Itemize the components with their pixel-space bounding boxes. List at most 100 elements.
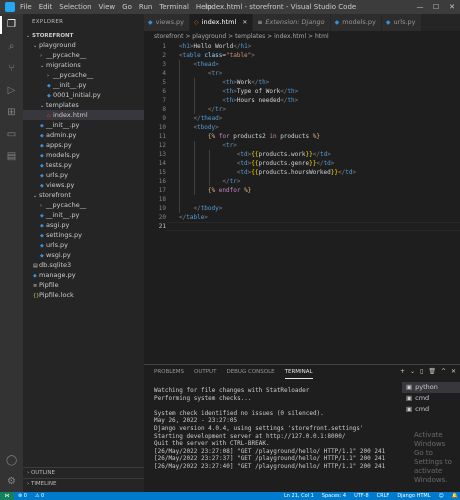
tab-extension-django[interactable]: ≡ Extension: Django [253,14,331,31]
tab-models-py[interactable]: ◆ models.py [330,14,382,31]
code-line[interactable]: 15 <td>{{products.hoursWorked}}</td> [144,168,460,177]
code-editor[interactable]: 1 <h1>Hello World</h1> 2 <table class="tabl… [144,42,460,364]
close-panel-icon[interactable]: ✕ [451,365,456,379]
file-item[interactable]: ◆ settings.py [23,230,144,240]
new-terminal-icon[interactable]: + [400,365,405,379]
terminal-item-python[interactable]: ▣ python [402,382,460,393]
file-item[interactable]: ◆ __init__.py [23,210,144,220]
file-item[interactable]: ◆ admin.py [23,130,144,140]
notifications-icon[interactable]: 🔔 [452,492,458,500]
file-item[interactable]: ◆ urls.py [23,240,144,250]
menu-edit[interactable]: Edit [39,3,53,11]
code-line[interactable]: 18 [144,195,460,204]
file-item[interactable]: ◇ index.html [23,110,144,120]
outline-section[interactable]: › OUTLINE [23,467,144,478]
menu-selection[interactable]: Selection [59,3,91,11]
explorer-icon[interactable]: ❐ [6,19,17,30]
file-item[interactable]: ◆ __init__.py [23,120,144,130]
terminal-item-cmd[interactable]: ▣ cmd [402,393,460,404]
errors-count[interactable]: ⊗ 0 [18,492,27,500]
code-line[interactable]: 1 <h1>Hello World</h1> [144,42,460,51]
account-icon[interactable]: ◯ [6,455,17,466]
code-line[interactable]: 9 </thead> [144,114,460,123]
language-mode[interactable]: Django HTML [397,492,430,500]
file-item[interactable]: ◆ 0001_initial.py [23,90,144,100]
close-icon[interactable]: ✕ [444,0,460,14]
folder-item[interactable]: › __pycache__ [23,200,144,210]
run-debug-icon[interactable]: ▷ [6,85,17,96]
search-icon[interactable]: ⌕ [6,41,17,52]
file-item[interactable]: ◆ tests.py [23,160,144,170]
code-line[interactable]: 3 <thead> [144,60,460,69]
code-line[interactable]: 13 <td>{{products.work}}</td> [144,150,460,159]
extensions-icon[interactable]: ⊞ [6,107,17,118]
indentation[interactable]: Spaces: 4 [322,492,346,500]
code-line[interactable]: 7 <th>Hours needed</th> [144,96,460,105]
code-line[interactable]: 8 </tr> [144,105,460,114]
warnings-count[interactable]: ⚠ 0 [35,492,44,500]
minimize-icon[interactable]: — [412,0,428,14]
terminal-output[interactable]: Watching for file changes with StatReloa… [154,387,404,471]
folder-item[interactable]: › __pycache__ [23,70,144,80]
split-icon[interactable]: ▯ [420,365,423,379]
tab-terminal[interactable]: TERMINAL [284,365,313,379]
line-endings[interactable]: CRLF [377,492,390,500]
code-line[interactable]: 11 {% for products2 in products %} [144,132,460,141]
code-line[interactable]: 2 <table class="table"> [144,51,460,60]
remote-icon[interactable]: ⋈ [0,492,14,500]
close-tab-icon[interactable]: ✕ [242,14,247,31]
menu-run[interactable]: Run [139,3,152,11]
folder-item[interactable]: ⌄ migrations [23,60,144,70]
file-item[interactable]: ▤db.sqlite3 [23,260,144,270]
split-terminal-icon[interactable]: ⌄ [410,365,415,379]
breadcrumb[interactable]: storefront > playground > templates > in… [144,31,460,42]
file-item[interactable]: ◆ urls.py [23,170,144,180]
tab-output[interactable]: OUTPUT [194,365,216,379]
menu-terminal[interactable]: Terminal [159,3,189,11]
maximize-icon[interactable]: ☐ [428,0,444,14]
file-item[interactable]: ◆ apps.py [23,140,144,150]
remote-explorer-icon[interactable]: ▭ [6,129,17,140]
source-control-icon[interactable]: ⑂ [6,63,17,74]
feedback-icon[interactable]: ☺ [439,492,444,500]
tab-problems[interactable]: PROBLEMS [154,365,184,379]
folder-item[interactable]: ⌄ playground [23,40,144,50]
tab-urls-py[interactable]: ◆ urls.py [381,14,422,31]
menu-go[interactable]: Go [122,3,132,11]
code-line[interactable]: 21 [144,222,460,231]
code-line[interactable]: 12 <tr> [144,141,460,150]
code-line[interactable]: 6 <th>Type of Work</th> [144,87,460,96]
file-item[interactable]: ≡ Pipfile [23,280,144,290]
file-item[interactable]: ◆ __init__.py [23,80,144,90]
code-line[interactable]: 5 <th>Work</th> [144,78,460,87]
code-line[interactable]: 20 </table> [144,213,460,222]
file-item[interactable]: {}Pipfile.lock [23,290,144,300]
cursor-position[interactable]: Ln 21, Col 1 [284,492,314,500]
maximize-panel-icon[interactable]: ^ [441,365,446,379]
trash-icon[interactable]: 🗑 [428,365,436,379]
folder-item[interactable]: ⌄ storefront [23,190,144,200]
tab-debug-console[interactable]: DEBUG CONSOLE [226,365,274,379]
folder-item[interactable]: ⌄ templates [23,100,144,110]
code-line[interactable]: 14 <td>{{products.genre}}</td> [144,159,460,168]
menu-file[interactable]: File [20,3,32,11]
tab-views-py[interactable]: ◆ views.py [144,14,191,31]
menu-view[interactable]: View [99,3,116,11]
file-item[interactable]: ◆ views.py [23,180,144,190]
settings-gear-icon[interactable]: ⚙ [6,476,17,487]
code-line[interactable]: 17 {% endfor %} [144,186,460,195]
database-icon[interactable]: ▤ [6,151,17,162]
code-line[interactable]: 10 <tbody> [144,123,460,132]
code-line[interactable]: 16 </tr> [144,177,460,186]
folder-item[interactable]: › __pycache__ [23,50,144,60]
code-line[interactable]: 4 <tr> [144,69,460,78]
file-item[interactable]: ◆ asgi.py [23,220,144,230]
encoding[interactable]: UTF-8 [354,492,369,500]
tab-index-html[interactable]: ◇ index.html ✕ [190,14,254,31]
terminal-item-cmd[interactable]: ▣ cmd [402,404,460,415]
timeline-section[interactable]: › TIMELINE [23,478,144,489]
file-item[interactable]: ◆ models.py [23,150,144,160]
file-item[interactable]: ◆ manage.py [23,270,144,280]
folder-item[interactable]: ⌄ STOREFRONT [23,30,144,40]
file-item[interactable]: ◆ wsgi.py [23,250,144,260]
